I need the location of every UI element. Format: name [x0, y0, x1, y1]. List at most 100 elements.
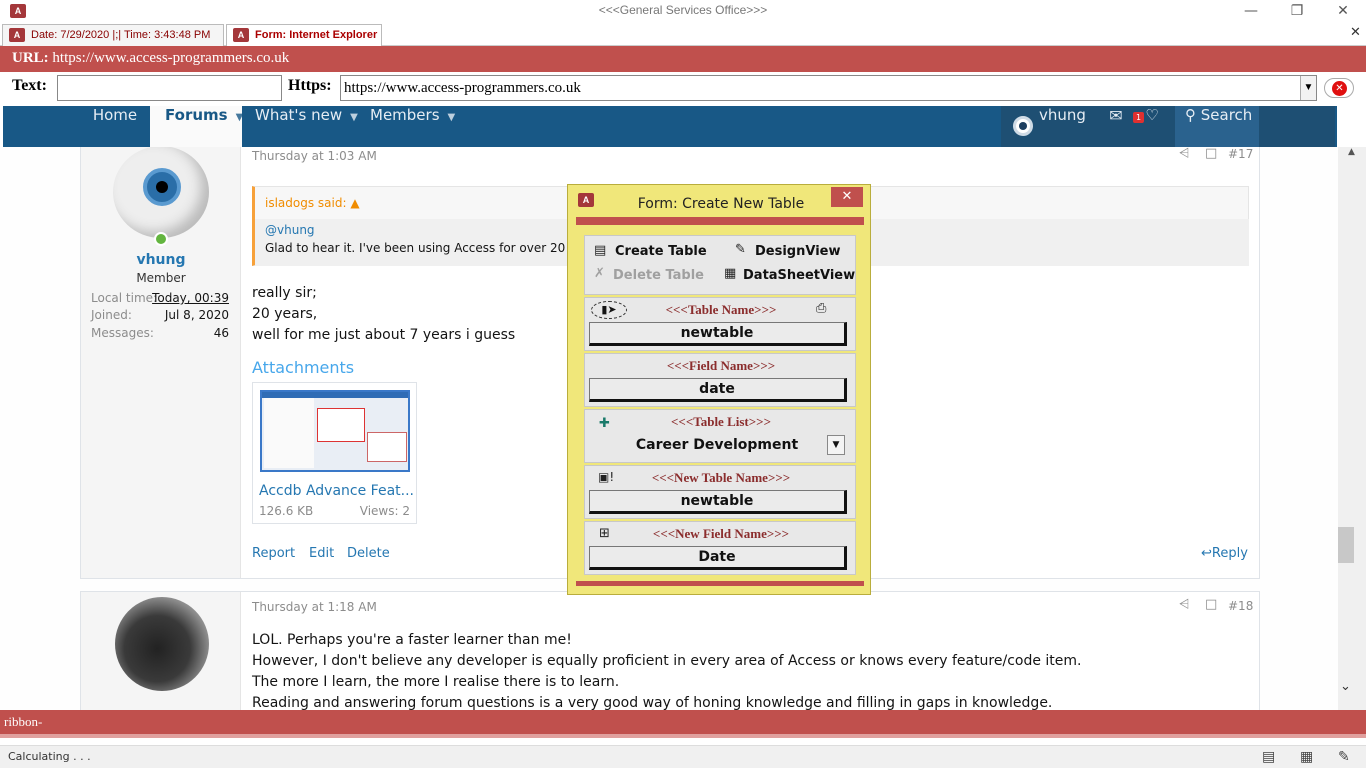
nav-whats-new[interactable]: What's new ▼	[255, 106, 358, 147]
new-field-name-label: <<<New Field Name>>>	[652, 526, 790, 541]
share-icon[interactable]: ⩤	[1179, 147, 1189, 161]
input-row: Text: Https: https://www.access-programm…	[0, 72, 1366, 104]
messages-label: Messages:	[91, 326, 154, 340]
design-view-button[interactable]: DesignView	[755, 244, 840, 259]
post-body-line: 20 years,	[252, 306, 318, 322]
arrow-up-circle-icon: ▲	[350, 196, 360, 210]
delete-table-button[interactable]: Delete Table	[613, 268, 704, 283]
nav-forums[interactable]: Forums ▼	[150, 106, 244, 147]
tab-internet-explorer[interactable]: A Form: Internet Explorer	[226, 24, 382, 46]
nav-home[interactable]: Home	[81, 106, 149, 147]
nav-members[interactable]: Members ▼	[370, 106, 455, 147]
tab-date-time[interactable]: A Date: 7/29/2020 |;| Time: 3:43:48 PM	[2, 24, 224, 46]
field-name-section: <<<Field Name>>> date	[584, 353, 856, 407]
status-bar: Calculating . . . ▤ ▦ ✎	[0, 745, 1366, 768]
datasheet-view-button[interactable]: DataSheetView	[743, 268, 855, 283]
scroll-down-icon[interactable]: ⌄	[1340, 679, 1351, 694]
title-bar: A <<<General Services Office>>> — ❐ ✕	[0, 0, 1366, 22]
local-time-value: Today, 00:39	[152, 291, 229, 305]
eye-avatar[interactable]	[113, 147, 209, 238]
reply-icon: ↩	[1201, 546, 1212, 561]
attachments-heading: Attachments	[252, 358, 355, 377]
scroll-up-icon[interactable]: ▲	[1348, 147, 1355, 157]
dog-avatar[interactable]	[115, 597, 209, 691]
printer-icon[interactable]: ⎙	[816, 301, 826, 316]
ribbon-bar: ribbon-	[0, 710, 1366, 738]
close-button[interactable]: ✕	[831, 187, 863, 207]
chevron-down-icon[interactable]: ▼	[236, 112, 244, 123]
url-value: https://www.access-programmers.co.uk	[52, 50, 290, 66]
clear-button[interactable]: ✕	[1324, 78, 1354, 98]
edit-link[interactable]: Edit	[309, 546, 334, 561]
scroll-thumb[interactable]	[1338, 527, 1354, 563]
attachment-thumbnail[interactable]	[260, 390, 410, 472]
forum-nav: Home Forums ▼ What's new ▼ Members ▼ vhung …	[3, 106, 1337, 147]
form-view-icon[interactable]: ▤	[1262, 746, 1275, 768]
minimize-button[interactable]: —	[1228, 0, 1274, 22]
quote-author[interactable]: isladogs said: ▲	[265, 196, 360, 210]
user-role: Member	[136, 271, 186, 285]
attachment-name[interactable]: Accdb Advance Feat...	[259, 483, 414, 499]
restore-button[interactable]: ❐	[1274, 0, 1320, 22]
close-window-button[interactable]: ✕	[1320, 0, 1366, 22]
post-number[interactable]: #17	[1228, 147, 1253, 161]
nav-search[interactable]: ⚲ Search	[1175, 106, 1259, 147]
design-view-icon[interactable]: ✎	[1338, 746, 1350, 768]
attachment-card[interactable]: Accdb Advance Feat... 126.6 KB Views: 2	[252, 382, 417, 524]
chevron-down-icon[interactable]: ▼	[350, 112, 358, 123]
field-name-field[interactable]: date	[589, 378, 847, 402]
https-combo[interactable]: https://www.access-programmers.co.uk ▼	[340, 75, 1317, 101]
layout-view-icon[interactable]: ▦	[1300, 746, 1313, 768]
new-table-name-field[interactable]: newtable	[589, 490, 847, 514]
access-form-icon: A	[9, 28, 25, 42]
table-name-section: ▮➤ <<<Table Name>>> ⎙ newtable	[584, 297, 856, 351]
close-tab-icon[interactable]: ✕	[1350, 25, 1361, 40]
alert-count-badge: 1	[1133, 112, 1144, 123]
messages-value: 46	[213, 326, 229, 340]
new-field-name-section: ⊞ <<<New Field Name>>> Date	[584, 521, 856, 575]
new-field-name-field[interactable]: Date	[589, 546, 847, 570]
post-body-line: really sir;	[252, 285, 317, 301]
nav-user[interactable]: vhung	[1011, 106, 1086, 147]
post-18: Thursday at 1:18 AM ⩤ □ #18 LOL. Perhaps…	[80, 591, 1260, 710]
share-icon[interactable]: ⩤	[1179, 597, 1189, 612]
post-number[interactable]: #18	[1228, 599, 1253, 613]
joined-label: Joined:	[91, 308, 132, 322]
chevron-down-icon[interactable]: ▼	[1300, 76, 1316, 100]
joined-value: Jul 8, 2020	[164, 308, 229, 322]
quote-text: Glad to hear it. I've been using Access …	[265, 241, 591, 255]
bookmark-icon[interactable]: □	[1205, 147, 1217, 161]
chevron-down-icon[interactable]: ▼	[448, 112, 456, 123]
attachment-views: Views: 2	[359, 504, 410, 518]
table-list-combo[interactable]: Career Development	[589, 434, 845, 456]
post-time[interactable]: Thursday at 1:03 AM	[252, 149, 377, 163]
table-name-field[interactable]: newtable	[589, 322, 847, 346]
new-table-name-section: ▣! <<<New Table Name>>> newtable	[584, 465, 856, 519]
post-body-line: well for me just about 7 years i guess	[252, 327, 516, 343]
form-bottom-bar	[576, 581, 864, 586]
datasheet-view-icon: ▦	[724, 266, 737, 281]
quote-mention[interactable]: @vhung	[265, 223, 315, 237]
mail-icon[interactable]: ✉	[1099, 106, 1133, 147]
https-label: Https:	[288, 77, 332, 94]
new-table-name-label: <<<New Table Name>>>	[651, 470, 791, 485]
page-scrollbar[interactable]: ▲ ⌄	[1338, 147, 1366, 710]
delete-table-icon: ✗	[594, 266, 605, 281]
post-time[interactable]: Thursday at 1:18 AM	[252, 600, 377, 614]
toolbar-section: ▤ Create Table ✎ DesignView ✗ Delete Tab…	[584, 235, 856, 295]
chevron-down-icon[interactable]: ▼	[827, 435, 845, 455]
create-table-button[interactable]: Create Table	[615, 244, 707, 259]
form-title: Form: Create New Table	[637, 196, 805, 212]
delete-link[interactable]: Delete	[347, 546, 390, 561]
https-value: https://www.access-programmers.co.uk	[344, 80, 581, 96]
bookmark-icon[interactable]: □	[1205, 597, 1217, 612]
access-form-icon: A	[233, 28, 249, 42]
post-body-line: LOL. Perhaps you're a faster learner tha…	[252, 632, 572, 648]
post-username[interactable]: vhung	[81, 252, 241, 268]
report-link[interactable]: Report	[252, 546, 295, 561]
post-body-line: However, I don't believe any developer i…	[252, 653, 1082, 669]
online-status-icon	[154, 232, 168, 246]
attachment-size: 126.6 KB	[259, 504, 314, 518]
reply-link[interactable]: ↩Reply	[1201, 546, 1248, 561]
text-input[interactable]	[57, 75, 282, 101]
